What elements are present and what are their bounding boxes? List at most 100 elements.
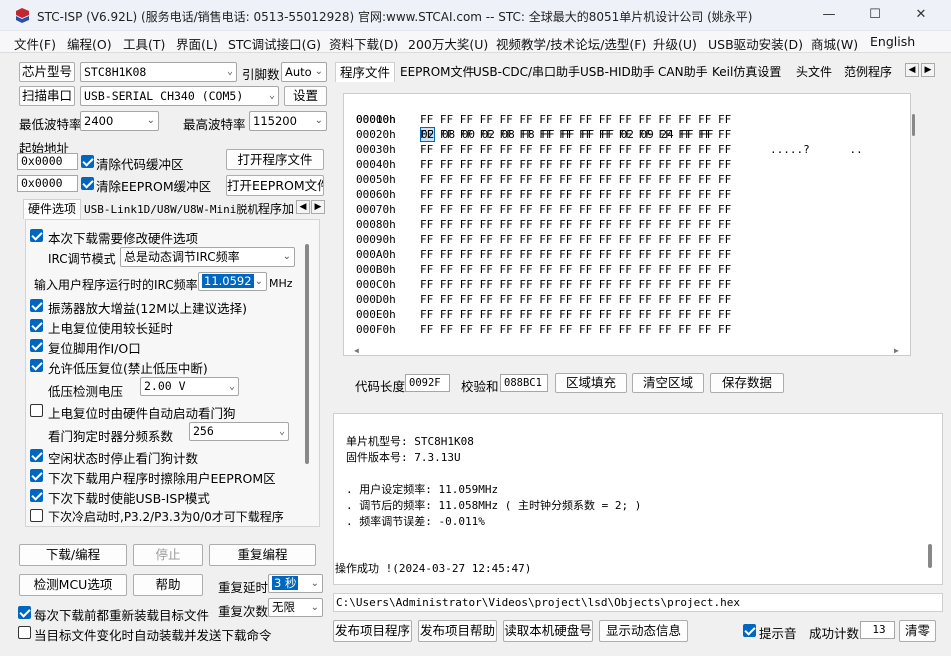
menu-tools[interactable]: 工具(T) <box>123 34 165 53</box>
erase-eeprom-checkbox[interactable] <box>30 469 43 482</box>
reset-pin-io-checkbox[interactable] <box>30 339 43 352</box>
repeat-delay-select[interactable]: 3 秒 ⌄ <box>268 574 323 593</box>
fill-area-button[interactable]: 区域填充 <box>555 373 627 393</box>
tab-offline-programmer[interactable]: USB-Link1D/U8W/U8W-Mini脱机 <box>80 200 262 220</box>
save-data-button[interactable]: 保存数据 <box>710 373 784 393</box>
hex-vscroll-thumb[interactable] <box>912 114 915 136</box>
cold-start-p32-checkbox[interactable] <box>30 509 43 522</box>
log-line: 单片机型号: STC8H1K08 <box>346 435 474 448</box>
hex-bytes: FF FF FF FF FF FF FF FF FF FF FF FF FF F… <box>420 173 732 186</box>
tab-can[interactable]: CAN助手 <box>654 63 712 83</box>
low-voltage-reset-label: 允许低压复位(禁止低压中断) <box>48 361 208 376</box>
settings-button[interactable]: 设置 <box>284 86 327 106</box>
show-dynamic-info-button[interactable]: 显示动态信息 <box>599 620 688 642</box>
osc-gain-checkbox[interactable] <box>30 299 43 312</box>
reload-each-download-checkbox[interactable] <box>18 606 31 619</box>
hex-address: 000B0h <box>356 263 396 276</box>
tab-eeprom-file[interactable]: EEPROM文件 <box>396 63 479 83</box>
usb-isp-label: 下次下载时使能USB-ISP模式 <box>48 491 210 506</box>
tab-hardware-options[interactable]: 硬件选项 <box>23 199 82 219</box>
log-output[interactable]: 单片机型号: STC8H1K08 固件版本号: 7.3.13U . 用户设定频率… <box>333 413 943 585</box>
clear-count-button[interactable]: 清零 <box>899 620 936 642</box>
wdt-auto-start-checkbox[interactable] <box>30 404 43 417</box>
menu-download-docs[interactable]: 资料下载(D) <box>329 34 398 53</box>
wdt-divider-select[interactable]: 256 ⌄ <box>189 422 289 441</box>
open-eeprom-file-button[interactable]: 打开EEPROM文件 <box>226 175 324 196</box>
auto-reload-checkbox[interactable] <box>18 626 31 639</box>
lvd-voltage-label: 低压检测电压 <box>48 384 124 399</box>
wdt-idle-stop-checkbox[interactable] <box>30 449 43 462</box>
menu-video-forum[interactable]: 视频教学/技术论坛/选型(F) <box>496 34 646 53</box>
tab-scroll-right-button[interactable]: ▶ <box>311 200 325 214</box>
publish-project-program-button[interactable]: 发布项目程序 <box>333 620 412 642</box>
scan-port-button[interactable]: 扫描串口 <box>19 86 75 106</box>
pin-count-select[interactable]: Auto ⌄ <box>281 62 327 82</box>
eeprom-start-address-input[interactable]: 0x0000 <box>17 175 78 192</box>
menu-debug-interface[interactable]: STC调试接口(G) <box>228 34 321 53</box>
log-scrollbar-thumb[interactable] <box>928 544 932 568</box>
tab-sample-code[interactable]: 范例程序 <box>840 63 896 83</box>
tab-usb-hid[interactable]: USB-HID助手 <box>576 63 659 83</box>
chip-model-button[interactable]: 芯片型号 <box>19 62 75 82</box>
hex-view[interactable]: 00000h 02 08 00 02 08 F8 FF FF FF FF 02 … <box>343 93 915 356</box>
menu-program[interactable]: 编程(O) <box>67 34 112 53</box>
tab-usb-cdc-serial[interactable]: USB-CDC/串口助手 <box>469 63 584 83</box>
irc-frequency-select[interactable]: 11.0592 ⌄ <box>198 272 267 291</box>
stop-button[interactable]: 停止 <box>133 544 203 566</box>
hex-bytes: FF FF FF FF FF FF FF FF FF FF FF FF FF F… <box>420 113 732 126</box>
tab-scroll-right-button[interactable]: ▶ <box>921 63 935 77</box>
code-start-address-input[interactable]: 0x0000 <box>17 153 78 170</box>
minimize-button[interactable]: — <box>806 0 852 31</box>
clear-code-buffer-checkbox[interactable] <box>81 155 94 168</box>
menu-mall[interactable]: 商城(W) <box>811 34 858 53</box>
modify-hw-options-checkbox[interactable] <box>30 229 43 242</box>
max-baud-value: 115200 <box>253 114 297 128</box>
min-baud-select[interactable]: 2400 ⌄ <box>80 111 159 131</box>
lvd-voltage-value: 2.00 V <box>144 379 186 393</box>
scroll-right-icon[interactable]: ▶ <box>894 346 899 355</box>
tab-program-file[interactable]: 程序文件 <box>335 62 396 82</box>
scroll-left-icon[interactable]: ◀ <box>354 346 359 355</box>
tab-keil-debug[interactable]: Keil仿真设置 <box>708 63 785 83</box>
chip-model-select[interactable]: STC8H1K08 ⌄ <box>80 62 237 82</box>
beep-checkbox[interactable] <box>743 624 756 637</box>
help-button[interactable]: 帮助 <box>133 574 203 596</box>
reload-each-download-label: 每次下载前都重新装载目标文件 <box>34 608 210 623</box>
max-baud-select[interactable]: 115200 ⌄ <box>249 111 327 131</box>
lvd-voltage-select[interactable]: 2.00 V ⌄ <box>140 377 239 396</box>
tab-scroll-left-button[interactable]: ◀ <box>905 63 919 77</box>
close-button[interactable]: ✕ <box>898 0 944 31</box>
file-path-field[interactable]: C:\Users\Administrator\Videos\project\ls… <box>333 593 943 612</box>
clear-area-button[interactable]: 清空区域 <box>632 373 704 393</box>
serial-port-select[interactable]: USB-SERIAL CH340 (COM5) ⌄ <box>80 86 279 106</box>
hex-bytes: FF FF FF FF FF FF FF FF FF FF FF FF FF F… <box>420 188 732 201</box>
menu-interface[interactable]: 界面(L) <box>176 34 218 53</box>
tab-program-encrypt[interactable]: 程序加 <box>254 200 298 220</box>
repeat-program-button[interactable]: 重复编程 <box>209 544 316 566</box>
open-program-file-button[interactable]: 打开程序文件 <box>226 149 324 170</box>
repeat-count-select[interactable]: 无限 ⌄ <box>268 598 323 617</box>
low-voltage-reset-checkbox[interactable] <box>30 359 43 372</box>
download-program-button[interactable]: 下载/编程 <box>19 544 127 566</box>
options-scrollbar-thumb[interactable] <box>305 244 309 464</box>
tab-scroll-left-button[interactable]: ◀ <box>296 200 310 214</box>
menu-prize[interactable]: 200万大奖(U) <box>408 34 488 53</box>
menu-usb-driver[interactable]: USB驱动安装(D) <box>708 34 803 53</box>
maximize-button[interactable]: ☐ <box>852 0 898 31</box>
detect-mcu-button[interactable]: 检测MCU选项 <box>19 574 127 596</box>
publish-project-help-button[interactable]: 发布项目帮助 <box>418 620 497 642</box>
chevron-down-icon: ⌄ <box>226 66 233 77</box>
clear-eeprom-buffer-label: 清除EEPROM缓冲区 <box>96 179 212 194</box>
tab-header-files[interactable]: 头文件 <box>792 63 836 83</box>
menu-file[interactable]: 文件(F) <box>14 34 56 53</box>
por-delay-checkbox[interactable] <box>30 319 43 332</box>
hex-address: 00050h <box>356 173 396 186</box>
min-baud-value: 2400 <box>84 114 114 128</box>
usb-isp-checkbox[interactable] <box>30 489 43 502</box>
menu-english[interactable]: English <box>870 34 915 49</box>
menu-upgrade[interactable]: 升级(U) <box>653 34 697 53</box>
hex-row: 00000h 02 08 00 02 08 F8 FF FF FF FF 02 … <box>356 97 863 156</box>
clear-eeprom-buffer-checkbox[interactable] <box>81 177 94 190</box>
irc-mode-select[interactable]: 总是动态调节IRC频率 ⌄ <box>120 247 295 267</box>
read-disk-serial-button[interactable]: 读取本机硬盘号 <box>503 620 593 642</box>
